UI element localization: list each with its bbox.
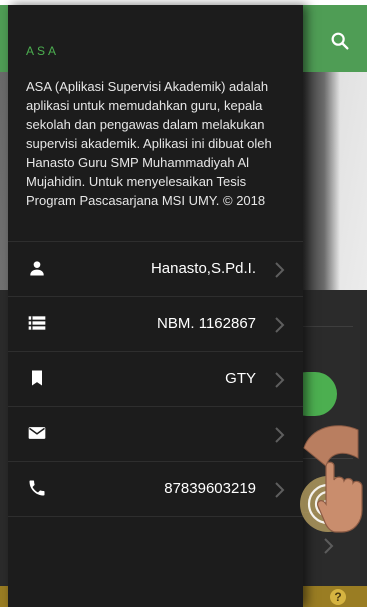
list-divider xyxy=(303,326,353,327)
app-name: ASA xyxy=(26,44,60,58)
chevron-right-icon xyxy=(275,427,285,443)
menu-item-status[interactable]: GTY xyxy=(8,352,303,406)
menu-item-phone[interactable]: 87839603219 xyxy=(8,462,303,516)
person-icon xyxy=(30,261,44,276)
menu-item-value: Hanasto,S.Pd.I. xyxy=(150,260,256,277)
chevron-right-icon xyxy=(275,482,285,498)
chevron-right-icon xyxy=(275,262,285,278)
tap-hint-hand-icon xyxy=(300,425,363,533)
menu-item-email[interactable] xyxy=(8,407,303,461)
drawer-header: ASA ASA (Aplikasi Supervisi Akademik) ad… xyxy=(8,5,303,241)
menu-item-name[interactable]: Hanasto,S.Pd.I. xyxy=(8,242,303,296)
menu-item-nbm[interactable]: NBM. 1162867 xyxy=(8,297,303,351)
help-icon[interactable]: ? xyxy=(330,589,346,605)
search-icon[interactable] xyxy=(329,30,351,52)
menu-item-value: GTY xyxy=(225,370,256,387)
chevron-right-icon[interactable] xyxy=(322,536,336,556)
menu-item-value: NBM. 1162867 xyxy=(157,315,256,332)
list-icon xyxy=(28,316,46,330)
chevron-right-icon xyxy=(275,372,285,388)
phone-icon xyxy=(29,480,45,496)
header-photo-shadow xyxy=(300,72,340,290)
navigation-drawer: ASA ASA (Aplikasi Supervisi Akademik) ad… xyxy=(8,5,303,607)
email-icon xyxy=(28,427,46,439)
bookmark-icon xyxy=(32,370,42,386)
app-screen: ? ASA ASA (Aplikasi Supervisi Akademik) … xyxy=(0,0,367,607)
divider xyxy=(8,516,303,517)
chevron-right-icon xyxy=(275,317,285,333)
menu-item-value: 87839603219 xyxy=(164,480,256,497)
app-description: ASA (Aplikasi Supervisi Akademik) adalah… xyxy=(26,79,272,208)
